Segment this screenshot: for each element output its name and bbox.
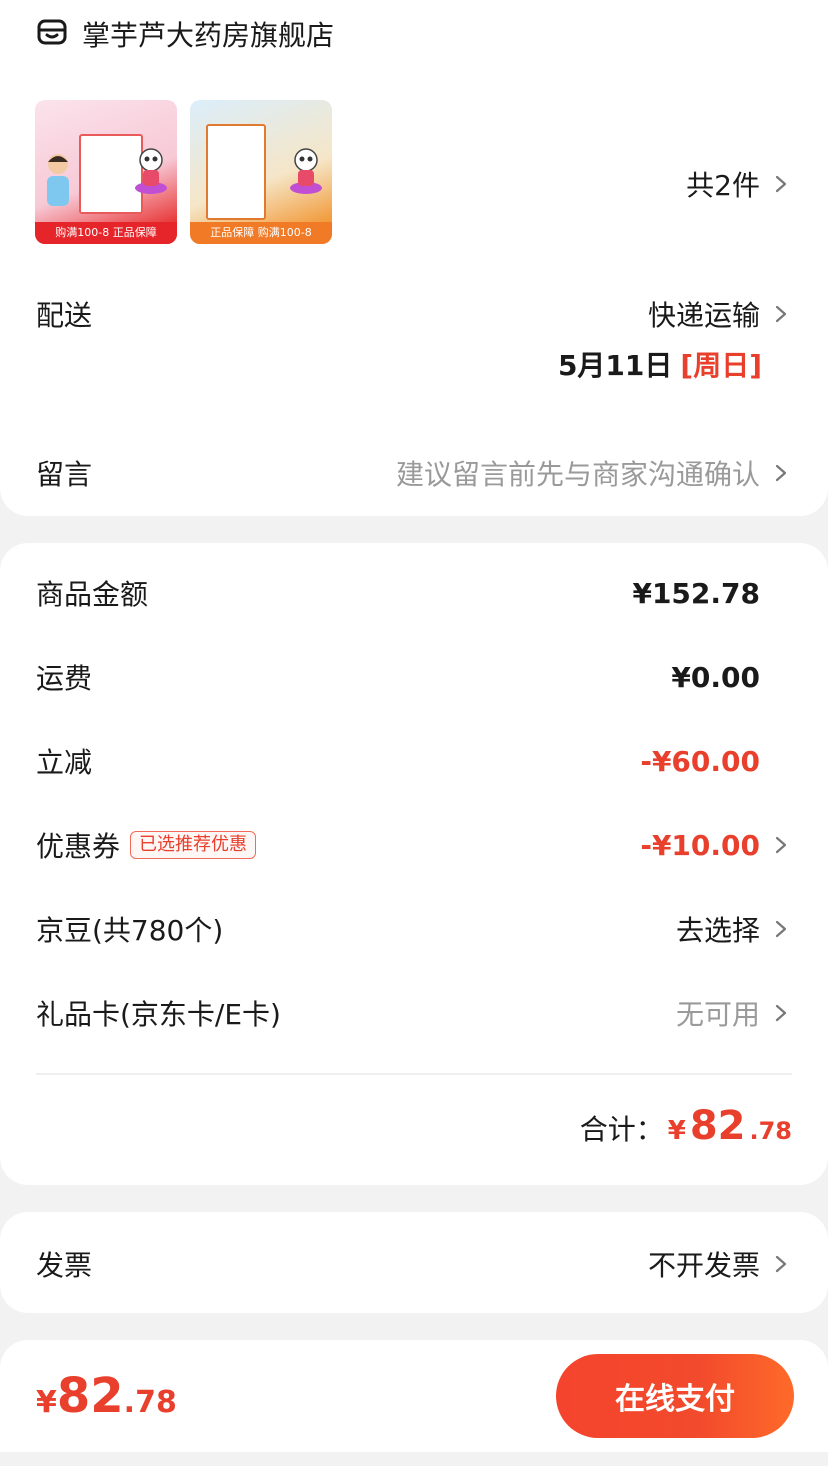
pay-online-button[interactable]: 在线支付 (556, 1354, 794, 1438)
jd-beans-value: 去选择 (675, 914, 760, 947)
instant-discount-row: 立减 -¥60.00 (36, 741, 792, 781)
shipping-fee-row: 运费 ¥0.00 (36, 657, 792, 697)
delivery-label: 配送 (36, 299, 93, 332)
invoice-row[interactable]: 发票 不开发票 (36, 1244, 792, 1284)
product-box-image (206, 124, 266, 220)
payable-decimal: .78 (123, 1385, 177, 1420)
invoice-label: 发票 (36, 1249, 93, 1282)
product-image-figure (41, 152, 75, 212)
subtotal-integer: 82 (689, 1103, 746, 1149)
jd-beans-label: 京豆(共780个) (36, 914, 224, 947)
chevron-right-icon (770, 300, 792, 328)
subtotal-row: 合计： ¥ 82 .78 (580, 1103, 792, 1149)
message-label: 留言 (36, 458, 93, 491)
subtotal-label: 合计： (579, 1113, 664, 1146)
shipping-fee-label: 运费 (36, 662, 93, 695)
delivery-row[interactable]: 配送 快递运输 (36, 294, 792, 334)
product-thumbnail[interactable]: 购满100-8 正品保障 (35, 100, 177, 244)
instant-discount-value: -¥60.00 (640, 744, 760, 778)
item-count: 共2件 (686, 169, 760, 202)
product-mascot-image (133, 146, 169, 196)
subtotal-decimal: .78 (749, 1117, 792, 1145)
delivery-method: 快递运输 (647, 299, 760, 332)
jd-beans-row[interactable]: 京豆(共780个) 去选择 (36, 909, 792, 949)
product-thumbnail[interactable]: 正品保障 购满100-8 (190, 100, 332, 244)
chevron-right-icon (770, 999, 792, 1027)
subtotal-currency: ¥ (667, 1116, 686, 1146)
message-placeholder: 建议留言前先与商家沟通确认 (395, 458, 760, 491)
chevron-right-icon (770, 831, 792, 859)
divider (36, 1073, 792, 1075)
gift-card-row[interactable]: 礼品卡(京东卡/E卡) 无可用 (36, 993, 792, 1033)
coupon-label: 优惠券 (36, 830, 121, 863)
goods-amount-label: 商品金额 (36, 578, 149, 611)
chevron-right-icon (770, 170, 792, 198)
delivery-date: 5月11日 (557, 349, 673, 382)
invoice-card[interactable]: 发票 不开发票 (0, 1212, 828, 1313)
delivery-weekday: [周日] (680, 349, 762, 382)
shipping-fee-value: ¥0.00 (671, 660, 760, 694)
item-count-link[interactable]: 共2件 (686, 164, 792, 204)
chevron-right-icon (770, 1250, 792, 1278)
payable-currency: ¥ (36, 1385, 57, 1420)
delivery-date-row: 5月11日 [周日] (36, 344, 792, 384)
coupon-value: -¥10.00 (640, 828, 760, 862)
fees-card: 商品金额 ¥152.78 运费 ¥0.00 立减 -¥60.00 优惠券 已选推… (0, 543, 828, 1185)
chevron-right-icon (770, 459, 792, 487)
checkout-bar: ¥ 82 .78 在线支付 (0, 1340, 828, 1452)
message-row[interactable]: 留言 建议留言前先与商家沟通确认 (36, 453, 792, 493)
shop-header[interactable]: 掌芋芦大药房旗舰店 (36, 14, 334, 54)
instant-discount-label: 立减 (36, 746, 93, 779)
chevron-right-icon (770, 915, 792, 943)
coupon-row[interactable]: 优惠券 已选推荐优惠 -¥10.00 (36, 825, 792, 865)
goods-amount-row: 商品金额 ¥152.78 (36, 573, 792, 613)
product-promo-band: 购满100-8 正品保障 (35, 222, 177, 244)
store-icon (36, 16, 68, 52)
shop-card: 掌芋芦大药房旗舰店 购满100-8 正品保障 正品保障 购满100-8 共2件 … (0, 0, 828, 516)
product-promo-band: 正品保障 购满100-8 (190, 222, 332, 244)
payable-total: ¥ 82 .78 (36, 1368, 177, 1424)
gift-card-label: 礼品卡(京东卡/E卡) (36, 998, 281, 1031)
payable-integer: 82 (56, 1368, 124, 1424)
gift-card-value: 无可用 (675, 998, 760, 1031)
product-mascot-image (288, 146, 324, 196)
goods-amount-value: ¥152.78 (632, 576, 760, 610)
shop-name: 掌芋芦大药房旗舰店 (82, 19, 335, 52)
coupon-recommended-tag: 已选推荐优惠 (130, 831, 257, 859)
invoice-value: 不开发票 (647, 1249, 760, 1282)
